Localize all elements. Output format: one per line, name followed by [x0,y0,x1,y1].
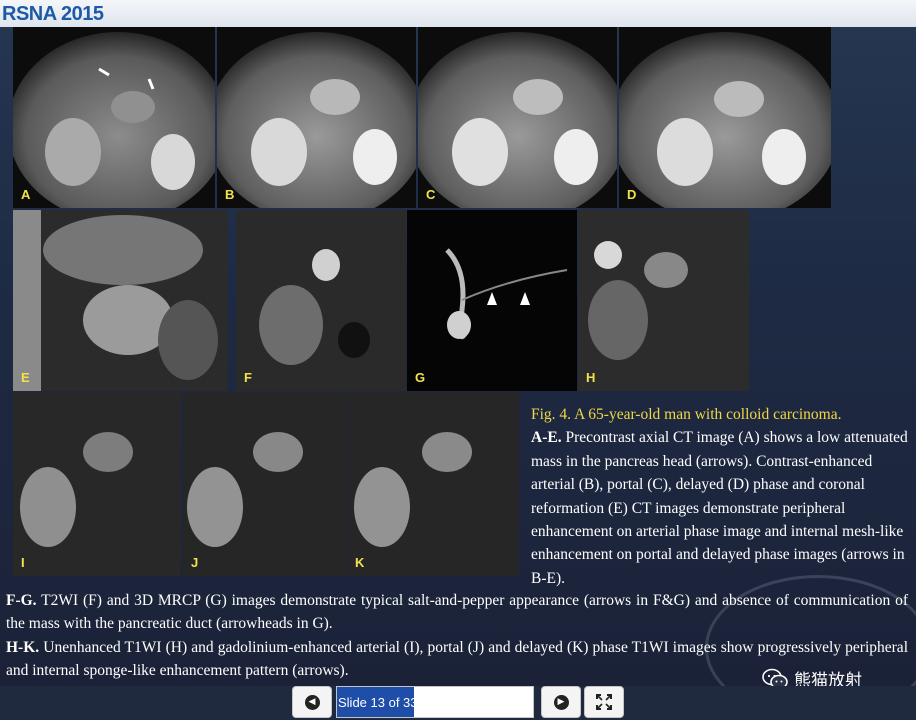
panel-label: B [225,187,235,202]
panel-label: A [21,187,31,202]
next-slide-button[interactable]: ▶ [541,686,581,718]
caption-fg-label: F-G. [6,592,37,609]
panel-c-image: C [418,27,617,208]
panel-label: D [627,187,637,202]
caption-fg: F-G. T2WI (F) and 3D MRCP (G) images dem… [6,589,908,636]
panel-k-image: K [347,392,519,576]
panel-label: G [415,370,426,385]
panel-h-image: H [578,210,749,391]
panel-b-image: B [217,27,416,208]
slide-progress-indicator[interactable]: Slide 13 of 33 [336,686,534,718]
rsna-logo: RSNA 2015 [2,3,104,25]
arrow-right-icon: ▶ [553,694,569,710]
panel-d-image: D [619,27,831,208]
caption-ae-label: A-E. [531,429,562,447]
panel-label: F [244,370,252,385]
fullscreen-button[interactable] [584,686,624,718]
caption-ae-text: Precontrast axial CT image (A) shows a l… [531,429,908,587]
panel-label: I [21,555,25,570]
panel-i-image: I [13,392,181,576]
arrow-left-icon: ◀ [304,694,320,710]
caption-ae: A-E. Precontrast axial CT image (A) show… [531,426,911,590]
expand-icon [596,694,612,710]
header-banner: RSNA 2015 [0,0,916,27]
watermark-text: 熊猫放射 [794,671,862,686]
prev-slide-button[interactable]: ◀ [292,686,332,718]
wechat-watermark: 熊猫放射 [762,666,862,686]
panel-label: C [426,187,436,202]
panel-a-image: A [13,27,215,208]
panel-f-image: F [236,210,406,391]
slide-canvas: RSNA 2015 A B C D E F G H I J K Fig. 4. … [0,0,916,686]
panel-label: K [355,555,365,570]
slide-counter-text: Slide 13 of 33 [338,695,418,710]
panel-label: H [586,370,596,385]
figure-title: Fig. 4. A 65-year-old man with colloid c… [531,406,842,423]
panel-label: E [21,370,30,385]
panel-j-image: J [183,392,346,576]
wechat-icon [762,668,788,686]
panel-g-image: G [407,210,577,391]
figure-caption-right: Fig. 4. A 65-year-old man with colloid c… [531,403,911,590]
panel-label: J [191,555,199,570]
caption-fg-text: T2WI (F) and 3D MRCP (G) images demonstr… [6,592,908,633]
panel-e-image: E [13,210,228,391]
caption-hk-label: H-K. [6,638,40,656]
